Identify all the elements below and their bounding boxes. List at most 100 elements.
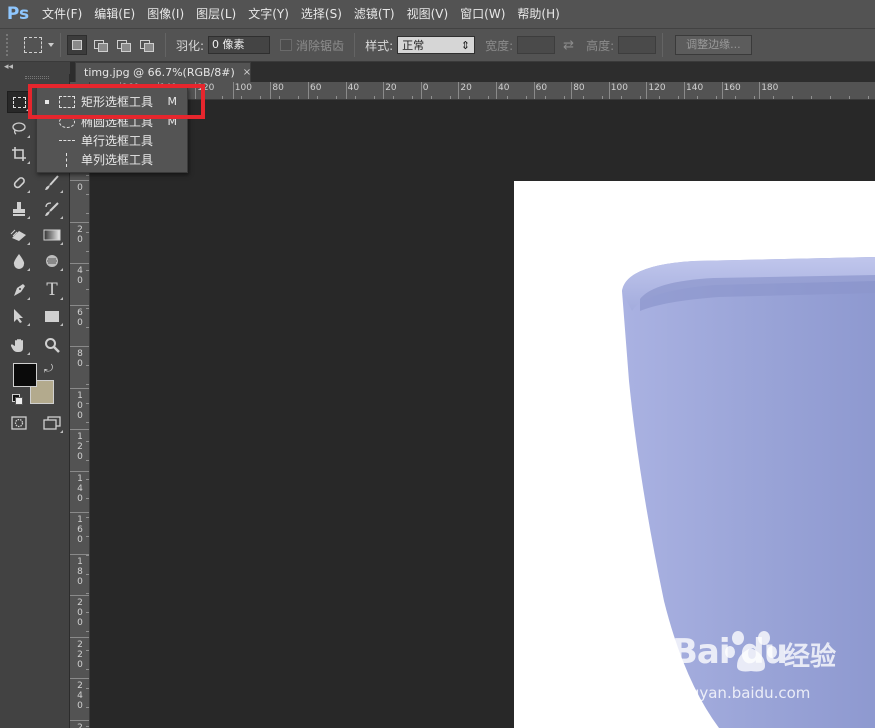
- eraser-tool[interactable]: [7, 224, 31, 246]
- tool-preset-marquee-icon[interactable]: [24, 37, 42, 53]
- ruler-label: 40: [77, 266, 83, 286]
- baidu-watermark: Bai du 经验 jingyan.baidu.com: [668, 624, 858, 714]
- new-selection-button[interactable]: [67, 35, 87, 55]
- ruler-major-tick: [70, 180, 89, 181]
- brush-icon: [45, 175, 59, 190]
- ruler-label: 240: [77, 681, 83, 711]
- new-selection-icon: [72, 40, 82, 50]
- ruler-label: 100: [610, 83, 628, 93]
- menu-select[interactable]: 选择(S): [295, 0, 348, 28]
- style-label: 样式:: [365, 38, 394, 53]
- type-icon: T: [46, 280, 58, 300]
- subtract-selection-icon: [117, 40, 131, 52]
- rectangle-tool[interactable]: [40, 305, 64, 327]
- antialias-checkbox[interactable]: [280, 39, 293, 51]
- hand-tool[interactable]: [7, 334, 31, 356]
- menu-type[interactable]: 文字(Y): [242, 0, 295, 28]
- pen-tool[interactable]: [7, 279, 31, 301]
- foreground-color-swatch[interactable]: [13, 363, 37, 387]
- ruler-label: 140: [77, 473, 83, 504]
- gradient-tool[interactable]: [40, 224, 64, 246]
- menu-edit[interactable]: 编辑(E): [88, 0, 141, 28]
- menu-image[interactable]: 图像(I): [141, 0, 190, 28]
- ruler-major-tick: [270, 82, 272, 99]
- screen-mode-icon: [43, 416, 61, 430]
- clone-stamp-tool[interactable]: [7, 198, 31, 220]
- ruler-major-tick: [458, 82, 460, 99]
- ruler-major-tick: [70, 636, 89, 638]
- style-select[interactable]: 正常 ⇕: [397, 36, 476, 54]
- hand-icon: [11, 339, 23, 352]
- brush-tool[interactable]: [40, 172, 64, 194]
- ruler-major-tick: [571, 82, 573, 99]
- blur-icon: [13, 254, 25, 269]
- ruler-major-tick: [70, 221, 89, 223]
- menu-layer[interactable]: 图层(L): [190, 0, 242, 28]
- flyout-item-single-column-marquee[interactable]: 单列选框工具: [37, 150, 187, 169]
- divider: [662, 33, 664, 57]
- menu-help[interactable]: 帮助(H): [511, 0, 565, 28]
- screen-mode-button[interactable]: [40, 412, 64, 434]
- swap-dimensions-icon[interactable]: ⇄: [563, 38, 574, 53]
- menu-file[interactable]: 文件(F): [36, 0, 88, 28]
- width-input[interactable]: [517, 36, 556, 54]
- menu-filter[interactable]: 滤镜(T): [348, 0, 401, 28]
- menu-window[interactable]: 窗口(W): [454, 0, 511, 28]
- ruler-major-tick: [70, 346, 89, 347]
- history-brush-tool[interactable]: [40, 198, 64, 220]
- ruler-label: 60: [535, 83, 548, 93]
- document-tab[interactable]: timg.jpg @ 66.7%(RGB/8#) ×: [75, 62, 251, 82]
- ruler-major-tick: [420, 82, 422, 99]
- add-to-selection-button[interactable]: [90, 35, 110, 55]
- ruler-major-tick: [308, 82, 309, 99]
- spot-healing-tool[interactable]: [7, 172, 31, 194]
- toolbar-grip[interactable]: [25, 76, 49, 79]
- refine-edge-button[interactable]: 调整边缘...: [675, 35, 752, 55]
- ruler-major-tick: [684, 82, 685, 99]
- dodge-tool[interactable]: [40, 250, 64, 272]
- ruler-label: 20: [385, 83, 397, 93]
- subtract-from-selection-button[interactable]: [113, 35, 133, 55]
- crop-tool[interactable]: [7, 143, 31, 165]
- dodge-icon: [46, 255, 58, 267]
- type-tool[interactable]: T: [40, 279, 64, 301]
- blur-tool[interactable]: [7, 250, 31, 272]
- default-colors-icon[interactable]: [12, 394, 23, 405]
- intersect-selection-button[interactable]: [136, 35, 156, 55]
- ruler-label: 220: [77, 639, 83, 670]
- ruler-label: 40: [347, 83, 360, 93]
- watermark-url: jingyan.baidu.com: [672, 684, 811, 702]
- collapse-panel-icon[interactable]: ◂◂: [4, 62, 13, 72]
- path-selection-tool[interactable]: [7, 305, 31, 327]
- tool-preset-caret-icon[interactable]: [48, 43, 54, 47]
- feather-input[interactable]: 0 像素: [208, 36, 271, 54]
- swap-colors-icon[interactable]: ⤾: [44, 362, 53, 376]
- close-icon[interactable]: ×: [243, 67, 251, 78]
- horizontal-ruler[interactable]: 1601401201008060402002040608010012014016…: [90, 82, 875, 100]
- ruler-major-tick: [646, 82, 648, 99]
- ruler-label: 20: [460, 83, 472, 93]
- height-input[interactable]: [618, 36, 657, 54]
- quick-mask-button[interactable]: [7, 412, 31, 434]
- ruler-label: 160: [77, 515, 83, 545]
- flyout-item-label: 单列选框工具: [81, 153, 154, 167]
- style-select-value: 正常: [402, 39, 425, 52]
- ruler-label: 260: [77, 722, 83, 728]
- watermark-brand: Bai du: [672, 632, 788, 672]
- ruler-label: 200: [77, 598, 83, 628]
- ruler-label: 180: [77, 556, 83, 587]
- rectangle-shape-icon: [45, 310, 59, 322]
- ruler-label: 0: [422, 83, 429, 93]
- ruler-label: 120: [648, 83, 666, 93]
- flyout-item-single-row-marquee[interactable]: 单行选框工具: [37, 131, 187, 150]
- pen-icon: [14, 284, 25, 296]
- options-bar-grip[interactable]: [6, 34, 12, 56]
- menu-view[interactable]: 视图(V): [401, 0, 455, 28]
- ruler-major-tick: [70, 595, 89, 596]
- ruler-major-tick: [70, 512, 89, 513]
- ruler-major-tick: [496, 82, 497, 99]
- vertical-ruler[interactable]: 0 20 40 60 80 100 120 140 160 180 200 220 240 260: [70, 100, 90, 728]
- select-arrows-icon: ⇕: [460, 38, 471, 52]
- zoom-tool[interactable]: [40, 334, 64, 356]
- lasso-tool[interactable]: [7, 117, 31, 139]
